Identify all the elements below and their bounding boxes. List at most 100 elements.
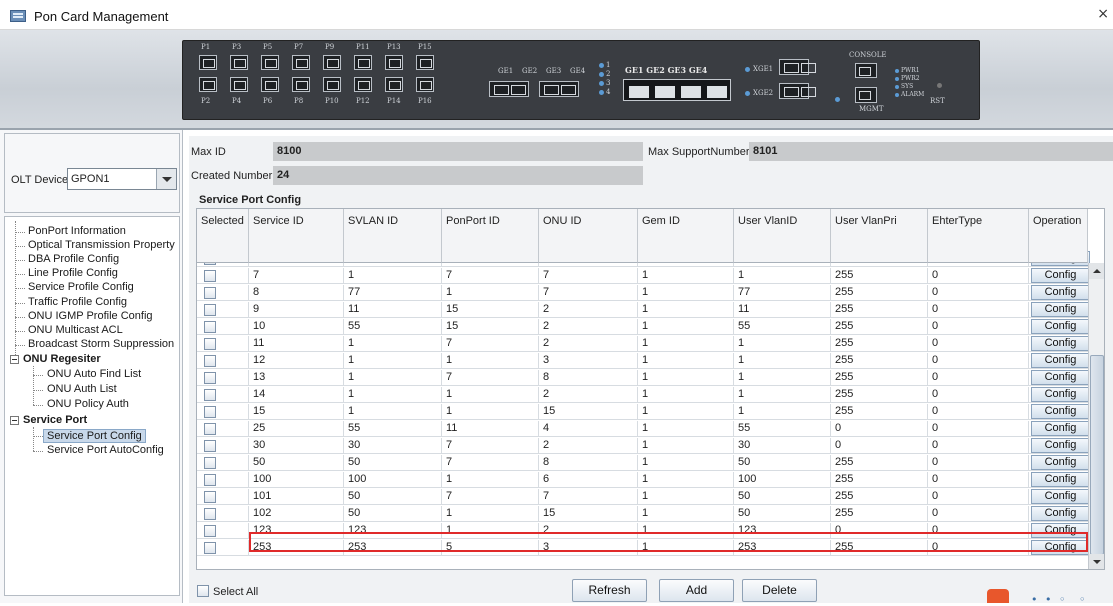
config-button[interactable]: Config	[1031, 540, 1090, 555]
column-header[interactable]: EhterType	[928, 209, 1029, 263]
row-checkbox[interactable]	[204, 287, 216, 299]
tree-group-onu_register[interactable]: ONU Regesiter	[23, 353, 101, 365]
tree-item[interactable]: Optical Transmission Property	[28, 239, 175, 251]
table-row[interactable]: 14 1 1 2 1 1 255 0 Config	[197, 387, 1090, 403]
table-row[interactable]: 8 77 1 7 1 77 255 0 Config	[197, 285, 1090, 301]
table-row[interactable]: 12 1 1 3 1 1 255 0 Config	[197, 353, 1090, 369]
tree-item[interactable]: ONU Auth List	[47, 383, 117, 395]
table-cell: 1	[638, 336, 734, 352]
table-row[interactable]: 13 1 7 8 1 1 255 0 Config	[197, 370, 1090, 386]
scrollbar-thumb[interactable]	[1090, 355, 1104, 555]
config-button[interactable]: Config	[1031, 370, 1090, 385]
tree-item[interactable]: Broadcast Storm Suppression	[28, 338, 174, 350]
tree-item[interactable]: PonPort Information	[28, 225, 126, 237]
column-header[interactable]: User VlanPri	[831, 209, 928, 263]
column-header[interactable]: Service ID	[249, 209, 344, 263]
checkbox-icon[interactable]	[197, 585, 209, 597]
table-cell: 0	[928, 421, 1029, 437]
column-header[interactable]: Operation	[1029, 209, 1088, 263]
row-checkbox[interactable]	[204, 525, 216, 537]
scroll-up-icon[interactable]	[1089, 263, 1104, 279]
table-row[interactable]: 123 123 1 2 1 123 0 0 Config	[197, 523, 1090, 539]
led-icon	[895, 85, 899, 89]
config-button[interactable]: Config	[1031, 319, 1090, 334]
table-row[interactable]: 253 253 5 3 1 253 255 0 Config	[197, 540, 1090, 556]
vertical-scrollbar[interactable]	[1088, 263, 1104, 569]
table-row[interactable]: 50 50 7 8 1 50 255 0 Config	[197, 455, 1090, 471]
table-row[interactable]: 25 55 11 4 1 55 0 0 Config	[197, 421, 1090, 437]
tree-item[interactable]: ONU IGMP Profile Config	[28, 310, 153, 322]
reset-button-icon[interactable]	[937, 83, 942, 88]
row-checkbox[interactable]	[204, 338, 216, 350]
column-header[interactable]: PonPort ID	[442, 209, 539, 263]
column-header[interactable]: Selected	[197, 209, 249, 263]
tree-item[interactable]: ONU Auto Find List	[47, 368, 141, 380]
config-button[interactable]: Config	[1031, 387, 1090, 402]
column-header[interactable]: Gem ID	[638, 209, 734, 263]
tree-item[interactable]: ONU Policy Auth	[47, 398, 129, 410]
row-checkbox[interactable]	[204, 389, 216, 401]
config-button[interactable]: Config	[1031, 353, 1090, 368]
config-button[interactable]: Config	[1031, 489, 1090, 504]
tree-item[interactable]: ONU Multicast ACL	[28, 324, 123, 336]
tree-group-service_port[interactable]: Service Port	[23, 414, 87, 426]
config-button[interactable]: Config	[1031, 302, 1090, 317]
tree-item[interactable]: Traffic Profile Config	[28, 296, 127, 308]
tree-collapse-icon[interactable]	[10, 416, 19, 425]
table-row[interactable]: 7 1 7 7 1 1 255 0 Config	[197, 268, 1090, 284]
column-header[interactable]: User VlanID	[734, 209, 831, 263]
table-row[interactable]: 101 50 7 7 1 50 255 0 Config	[197, 489, 1090, 505]
row-checkbox[interactable]	[204, 508, 216, 520]
config-button[interactable]: Config	[1031, 455, 1090, 470]
config-button[interactable]: Config	[1031, 268, 1090, 283]
config-button[interactable]: Config	[1031, 421, 1090, 436]
row-checkbox[interactable]	[204, 372, 216, 384]
config-button[interactable]: Config	[1031, 404, 1090, 419]
tree-item[interactable]: Service Port Config	[43, 429, 146, 443]
row-checkbox[interactable]	[204, 270, 216, 282]
chevron-down-icon[interactable]	[156, 169, 176, 189]
config-button[interactable]: Config	[1031, 285, 1090, 300]
row-checkbox[interactable]	[204, 474, 216, 486]
row-checkbox[interactable]	[204, 440, 216, 452]
table-row[interactable]: 100 100 1 6 1 100 255 0 Config	[197, 472, 1090, 488]
table-row[interactable]: 15 1 1 15 1 1 255 0 Config	[197, 404, 1090, 420]
row-checkbox[interactable]	[204, 423, 216, 435]
select-all-checkbox[interactable]: Select All	[197, 583, 258, 598]
close-button[interactable]: ×	[1097, 6, 1109, 22]
table-row[interactable]: 102 50 1 15 1 50 255 0 Config	[197, 506, 1090, 522]
config-button[interactable]: Config	[1031, 438, 1090, 453]
row-checkbox[interactable]	[204, 355, 216, 367]
column-header[interactable]: ONU ID	[539, 209, 638, 263]
tree-item[interactable]: Line Profile Config	[28, 267, 118, 279]
add-button[interactable]: Add	[659, 579, 734, 602]
config-button[interactable]: Config	[1031, 472, 1090, 487]
row-checkbox[interactable]	[204, 457, 216, 469]
column-header[interactable]: SVLAN ID	[344, 209, 442, 263]
config-button[interactable]: Config	[1031, 506, 1090, 521]
config-button[interactable]: Config	[1031, 523, 1090, 538]
row-checkbox[interactable]	[204, 491, 216, 503]
delete-button[interactable]: Delete	[742, 579, 817, 602]
table-cell: 1	[638, 370, 734, 386]
tree-item[interactable]: DBA Profile Config	[28, 253, 119, 265]
table-cell: 7	[442, 438, 539, 454]
config-button[interactable]: Config	[1031, 336, 1090, 351]
row-checkbox[interactable]	[204, 304, 216, 316]
scroll-down-icon[interactable]	[1089, 554, 1104, 569]
pon-port-icon	[199, 77, 217, 92]
tree-collapse-icon[interactable]	[10, 355, 19, 364]
table-row[interactable]: 11 1 7 2 1 1 255 0 Config	[197, 336, 1090, 352]
tree-item[interactable]: Service Profile Config	[28, 281, 134, 293]
tree-item[interactable]: Service Port AutoConfig	[47, 444, 164, 456]
table-row[interactable]: 9 11 15 2 1 11 255 0 Config	[197, 302, 1090, 318]
table-row[interactable]: 10 55 15 2 1 55 255 0 Config	[197, 319, 1090, 335]
pon-port-label: P8	[294, 97, 304, 105]
row-checkbox[interactable]	[204, 542, 216, 554]
row-checkbox[interactable]	[204, 406, 216, 418]
refresh-button[interactable]: Refresh	[572, 579, 647, 602]
service-port-config-panel: Max ID 8100 Max SupportNumber 8101 Creat…	[189, 136, 1113, 603]
row-checkbox[interactable]	[204, 321, 216, 333]
table-row[interactable]: 30 30 7 2 1 30 0 0 Config	[197, 438, 1090, 454]
olt-device-select[interactable]: GPON1	[67, 168, 177, 190]
